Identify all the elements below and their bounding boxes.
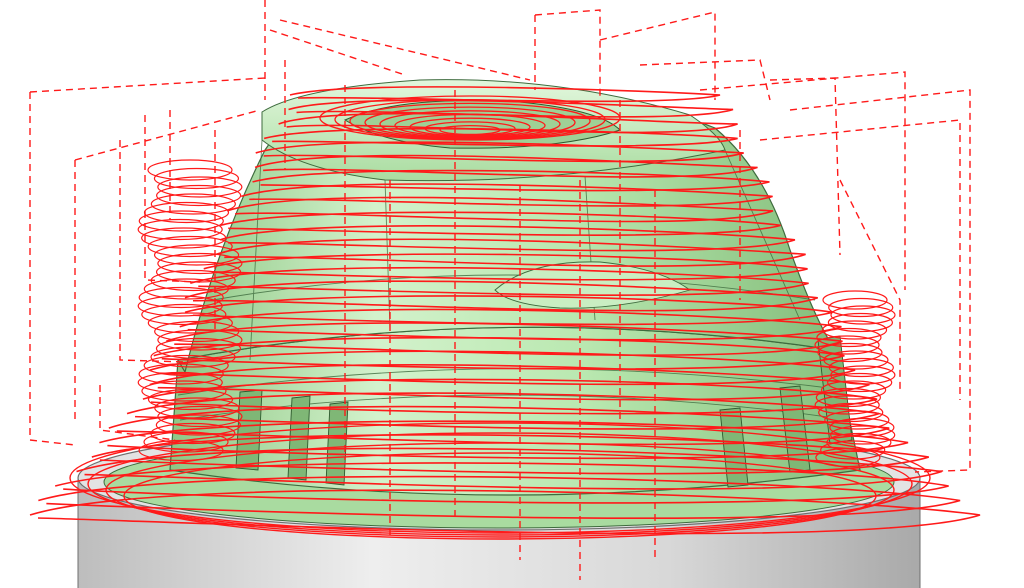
rapid-link-move <box>74 109 261 161</box>
rapid-link-move <box>599 11 716 100</box>
cam-3d-viewport[interactable] <box>0 0 1024 588</box>
rapid-link-move <box>29 92 76 446</box>
rapid-link-move <box>279 19 531 81</box>
toolpath-scene[interactable] <box>0 0 1024 588</box>
rapid-link-move <box>29 77 266 93</box>
machined-part <box>103 79 895 529</box>
rapid-link-move <box>269 29 406 76</box>
